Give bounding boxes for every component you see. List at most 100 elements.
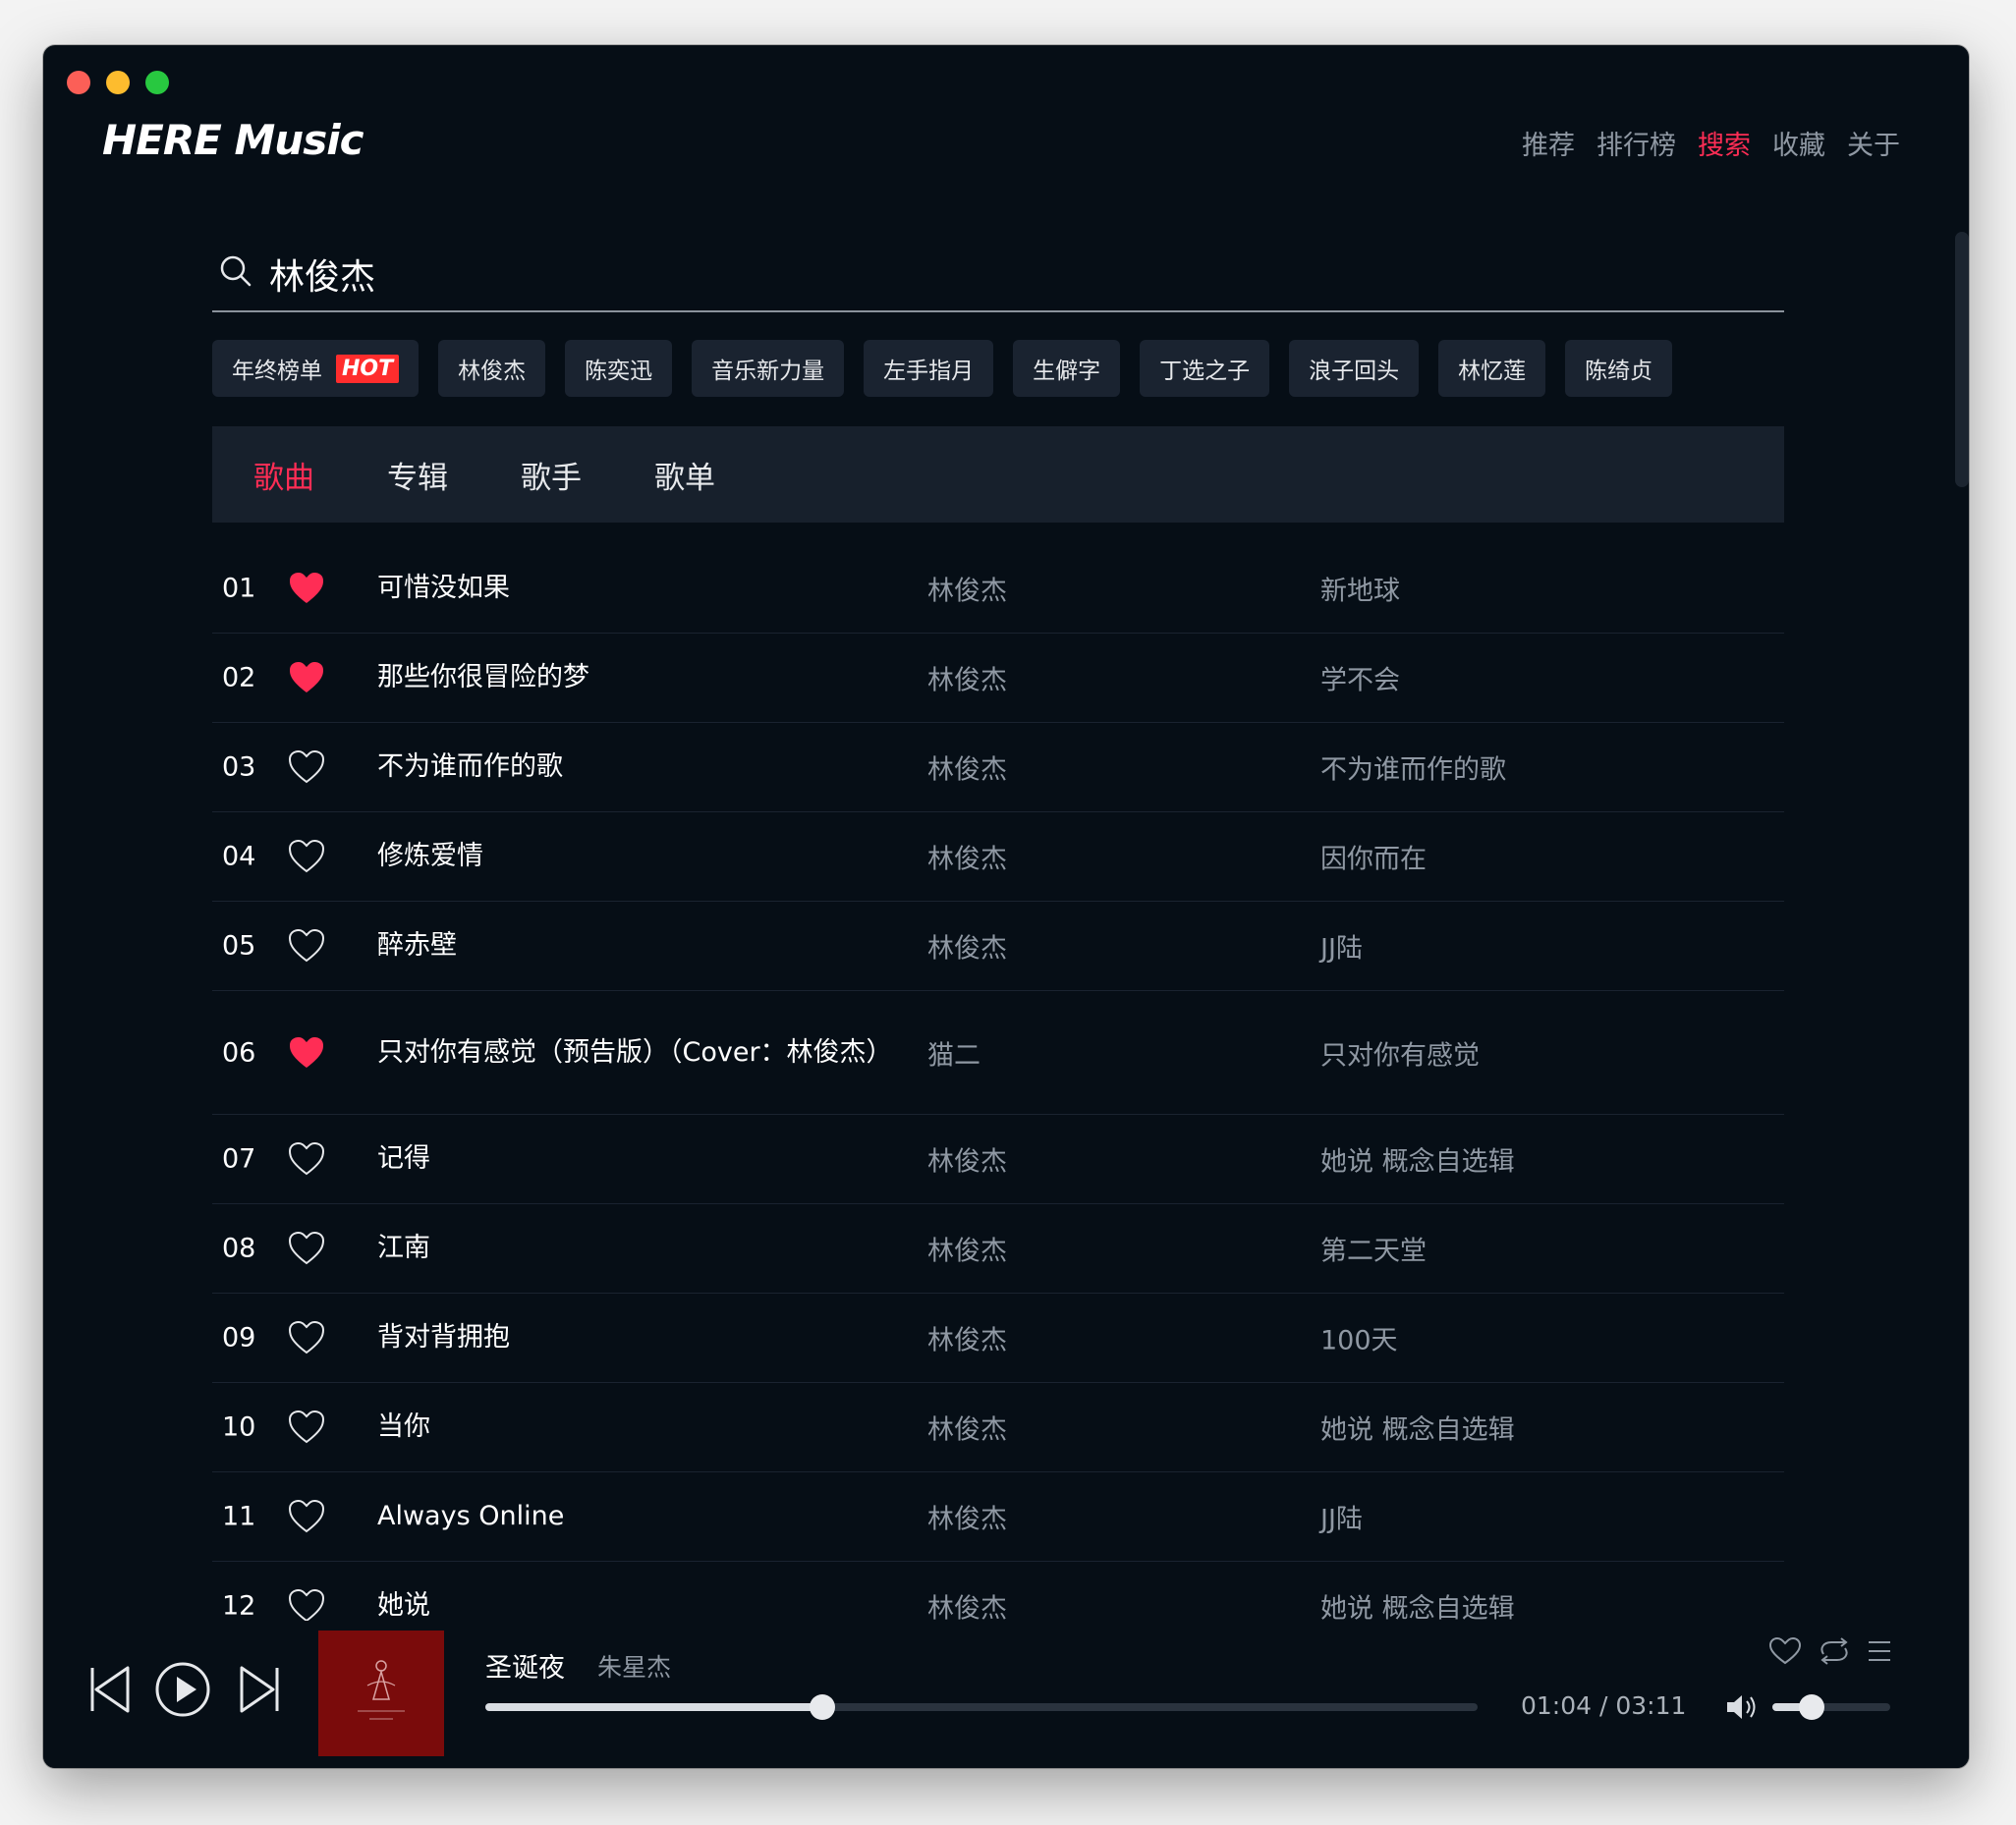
song-row[interactable]: 11 Always Online 林俊杰 JJ陆 xyxy=(212,1472,1784,1562)
song-number: 09 xyxy=(222,1322,256,1354)
heart-outline-icon[interactable] xyxy=(287,747,326,787)
song-album[interactable]: JJ陆 xyxy=(1320,1498,1363,1536)
top-navigation: 推荐 排行榜 搜索 收藏 关于 xyxy=(1522,124,1900,162)
nav-item-1[interactable]: 排行榜 xyxy=(1596,124,1676,162)
search-input[interactable] xyxy=(267,246,1745,303)
album-cover[interactable] xyxy=(318,1631,444,1756)
skip-forward-icon[interactable] xyxy=(238,1664,281,1715)
app-logo: HERE Music xyxy=(102,116,364,164)
hot-tag-label: 丁选之子 xyxy=(1159,359,1251,384)
volume-slider[interactable] xyxy=(1772,1694,1890,1720)
heart-outline-icon[interactable] xyxy=(287,926,326,966)
song-album[interactable]: 她说 概念自选辑 xyxy=(1320,1409,1515,1447)
nav-item-0[interactable]: 推荐 xyxy=(1522,124,1575,162)
song-artist[interactable]: 林俊杰 xyxy=(927,659,1007,697)
song-title: 只对你有感觉（预告版）（Cover：林俊杰） xyxy=(377,1036,893,1068)
song-row[interactable]: 03 不为谁而作的歌 林俊杰 不为谁而作的歌 xyxy=(212,723,1784,812)
heart-outline-icon[interactable] xyxy=(287,1586,326,1626)
heart-outline-icon[interactable] xyxy=(287,1318,326,1357)
song-album[interactable]: JJ陆 xyxy=(1320,927,1363,966)
minimize-window-button[interactable] xyxy=(106,71,130,94)
hot-tag[interactable]: 浪子回头 xyxy=(1289,340,1420,397)
song-album[interactable]: 学不会 xyxy=(1320,659,1400,697)
song-artist[interactable]: 林俊杰 xyxy=(927,1498,1007,1536)
play-icon[interactable] xyxy=(153,1660,212,1719)
heart-filled-icon[interactable] xyxy=(287,569,326,608)
loop-icon[interactable] xyxy=(1818,1636,1851,1666)
heart-outline-icon[interactable] xyxy=(287,837,326,876)
song-artist[interactable]: 林俊杰 xyxy=(927,1409,1007,1447)
hot-tag[interactable]: 左手指月 xyxy=(864,340,994,397)
hot-tag[interactable]: 丁选之子 xyxy=(1140,340,1270,397)
song-row[interactable]: 01 可惜没如果 林俊杰 新地球 xyxy=(212,544,1784,634)
tab-3[interactable]: 歌单 xyxy=(654,453,715,497)
song-number: 12 xyxy=(222,1590,256,1622)
song-row[interactable]: 06 只对你有感觉（预告版）（Cover：林俊杰） 猫二 只对你有感觉 xyxy=(212,991,1784,1115)
song-row[interactable]: 08 江南 林俊杰 第二天堂 xyxy=(212,1204,1784,1294)
hot-tag[interactable]: 生僻字 xyxy=(1013,340,1121,397)
song-album[interactable]: 100天 xyxy=(1320,1319,1398,1357)
heart-filled-icon[interactable] xyxy=(287,1033,326,1073)
song-row[interactable]: 09 背对背拥抱 林俊杰 100天 xyxy=(212,1294,1784,1383)
hot-tag[interactable]: 陈奕迅 xyxy=(565,340,673,397)
song-artist[interactable]: 林俊杰 xyxy=(927,838,1007,876)
scrollbar[interactable] xyxy=(1955,232,1969,487)
song-artist[interactable]: 林俊杰 xyxy=(927,1230,1007,1268)
hot-tag[interactable]: 音乐新力量 xyxy=(692,340,845,397)
song-row[interactable]: 07 记得 林俊杰 她说 概念自选辑 xyxy=(212,1115,1784,1204)
heart-filled-icon[interactable] xyxy=(287,658,326,697)
hot-tag-label: 林忆莲 xyxy=(1458,359,1527,384)
song-album[interactable]: 新地球 xyxy=(1320,570,1400,608)
heart-outline-icon[interactable] xyxy=(287,1139,326,1179)
song-artist[interactable]: 林俊杰 xyxy=(927,570,1007,608)
hot-tag[interactable]: 林忆莲 xyxy=(1438,340,1546,397)
volume-knob[interactable] xyxy=(1798,1694,1824,1720)
song-artist[interactable]: 林俊杰 xyxy=(927,1319,1007,1357)
song-artist[interactable]: 猫二 xyxy=(927,1033,980,1072)
volume-icon[interactable] xyxy=(1725,1693,1759,1721)
song-number: 05 xyxy=(222,930,256,962)
search-bar xyxy=(212,242,1784,312)
song-number: 02 xyxy=(222,662,256,693)
song-album[interactable]: 不为谁而作的歌 xyxy=(1320,748,1506,787)
now-playing-artist[interactable]: 朱星杰 xyxy=(597,1648,671,1684)
song-row[interactable]: 10 当你 林俊杰 她说 概念自选辑 xyxy=(212,1383,1784,1472)
song-row[interactable]: 02 那些你很冒险的梦 林俊杰 学不会 xyxy=(212,634,1784,723)
heart-icon[interactable] xyxy=(1768,1636,1802,1666)
song-album[interactable]: 她说 概念自选辑 xyxy=(1320,1587,1515,1626)
tab-0[interactable]: 歌曲 xyxy=(253,453,314,497)
hot-tag[interactable]: 年终榜单 HOT xyxy=(212,340,420,397)
song-title: 记得 xyxy=(377,1143,430,1174)
hot-tag[interactable]: 林俊杰 xyxy=(438,340,546,397)
skip-back-icon[interactable] xyxy=(88,1664,132,1715)
song-title: 不为谁而作的歌 xyxy=(377,751,563,782)
zoom-window-button[interactable] xyxy=(145,71,169,94)
playlist-icon[interactable] xyxy=(1867,1638,1892,1664)
song-row[interactable]: 05 醉赤壁 林俊杰 JJ陆 xyxy=(212,902,1784,991)
heart-outline-icon[interactable] xyxy=(287,1229,326,1268)
hot-tag[interactable]: 陈绮贞 xyxy=(1565,340,1673,397)
heart-outline-icon[interactable] xyxy=(287,1408,326,1447)
song-title: 醉赤壁 xyxy=(377,930,457,961)
song-artist[interactable]: 林俊杰 xyxy=(927,1587,1007,1626)
song-album[interactable]: 她说 概念自选辑 xyxy=(1320,1140,1515,1179)
song-artist[interactable]: 林俊杰 xyxy=(927,1140,1007,1179)
nav-item-2[interactable]: 搜索 xyxy=(1698,124,1751,162)
close-window-button[interactable] xyxy=(67,71,90,94)
now-playing-title: 圣诞夜 xyxy=(485,1653,565,1684)
progress-bar[interactable] xyxy=(485,1694,1478,1720)
song-artist[interactable]: 林俊杰 xyxy=(927,748,1007,787)
tab-1[interactable]: 专辑 xyxy=(387,453,448,497)
song-album[interactable]: 因你而在 xyxy=(1320,838,1427,876)
song-album[interactable]: 第二天堂 xyxy=(1320,1230,1427,1268)
song-album[interactable]: 只对你有感觉 xyxy=(1320,1033,1480,1072)
heart-outline-icon[interactable] xyxy=(287,1497,326,1536)
song-number: 03 xyxy=(222,751,256,783)
nav-item-4[interactable]: 关于 xyxy=(1847,124,1900,162)
song-title: 她说 xyxy=(377,1590,430,1621)
song-artist[interactable]: 林俊杰 xyxy=(927,927,1007,966)
song-row[interactable]: 04 修炼爱情 林俊杰 因你而在 xyxy=(212,812,1784,902)
progress-knob[interactable] xyxy=(810,1694,836,1720)
tab-2[interactable]: 歌手 xyxy=(521,453,582,497)
nav-item-3[interactable]: 收藏 xyxy=(1772,124,1825,162)
